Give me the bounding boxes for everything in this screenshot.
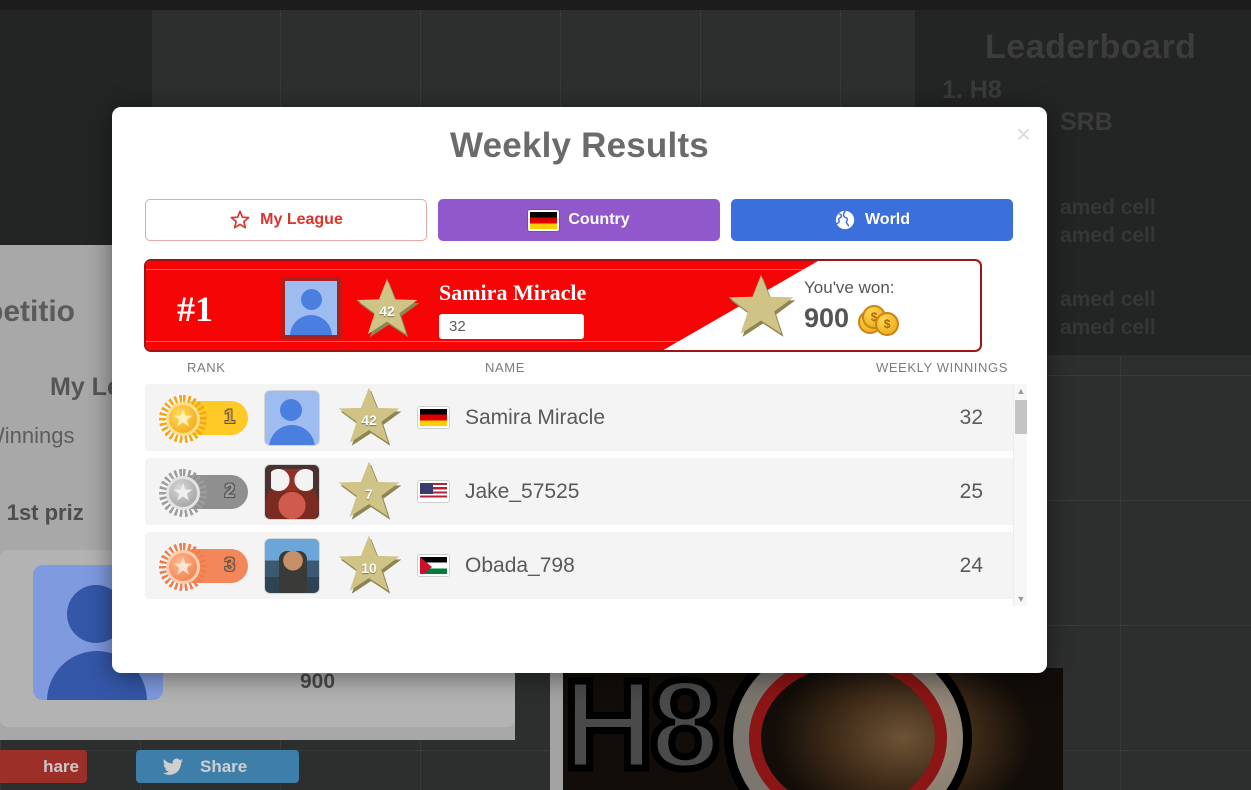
tab-country-label: Country: [568, 211, 630, 228]
twitter-bird-icon: [162, 758, 184, 775]
background-weekly-winnings-label: ly Winnings: [0, 423, 75, 448]
row-rank-number: 1: [224, 406, 235, 428]
table-row[interactable]: 3 10 Obada_798 24: [145, 532, 1015, 599]
medal-badge-gold: 1: [159, 394, 248, 443]
tab-country[interactable]: Country: [438, 199, 720, 241]
table-column-headers: RANK NAME WEEKLY WINNINGS: [145, 360, 1015, 382]
row-user-name: Jake_57525: [465, 479, 580, 503]
tab-world[interactable]: World: [731, 199, 1013, 241]
row-rank-number: 2: [224, 480, 235, 502]
twitter-share-label: Share: [200, 756, 248, 776]
row-weekly-winnings: 32: [959, 405, 983, 429]
background-cell-4: amed cell: [1060, 316, 1156, 339]
weekly-results-modal: × Weekly Results My League Country World: [112, 107, 1047, 673]
row-star-value: 7: [365, 485, 373, 502]
reward-star-icon: [728, 275, 796, 339]
star-outline-icon: [230, 210, 250, 229]
row-star-badge: 42: [338, 387, 402, 448]
column-header-winnings: WEEKLY WINNINGS: [875, 360, 1008, 375]
prize-text-bold: 1st priz: [6, 500, 84, 525]
banner-star-badge: 42: [356, 279, 420, 339]
row-user-name: Obada_798: [465, 553, 575, 577]
close-icon[interactable]: ×: [1016, 121, 1031, 147]
banner-reward-section: You've won: 900 $ $ $: [728, 270, 964, 344]
coins-icon: $ $ $: [858, 301, 902, 337]
modal-title: Weekly Results: [450, 126, 709, 165]
avatar-body-shape: [290, 315, 332, 335]
facebook-share-label: hare: [43, 757, 79, 776]
column-header-name: NAME: [485, 360, 525, 375]
tab-my-league-label: My League: [260, 211, 343, 228]
scope-tabs: My League Country World: [145, 199, 1015, 241]
screen-root: Leaderboard 1. H8 SRB amed cell amed cel…: [0, 0, 1251, 790]
leaderboard-list[interactable]: 1 42 Samira Miracle 32 2 7 Jake_57525 25…: [145, 384, 1015, 606]
medal-badge-bronze: 3: [159, 542, 248, 591]
flag-jo-icon: [418, 555, 449, 576]
background-cell-3: amed cell: [1060, 288, 1156, 311]
avatar-head-shape: [280, 398, 302, 421]
banner-avatar: [281, 277, 341, 339]
background-my-league-heading: My Le: [50, 373, 121, 401]
banner-rank: #1: [177, 289, 213, 329]
flag-de-icon: [418, 407, 449, 428]
scroll-down-icon[interactable]: ▼: [1014, 592, 1028, 606]
avatar-body-shape: [269, 424, 315, 445]
row-weekly-winnings: 24: [959, 553, 983, 577]
row-rank-number: 3: [224, 554, 235, 576]
row-star-badge: 7: [338, 461, 402, 522]
background-cell-2: amed cell: [1060, 224, 1156, 247]
row-user-name: Samira Miracle: [465, 405, 606, 429]
background-prize-text: the 1st priz: [0, 500, 84, 526]
banner-user-name: Samira Miracle: [439, 280, 587, 305]
background-cell-1: amed cell: [1060, 196, 1156, 219]
logo-text: H8: [563, 668, 724, 790]
table-row[interactable]: 1 42 Samira Miracle 32: [145, 384, 1015, 451]
row-star-value: 10: [361, 559, 377, 576]
background-card-amount: 900: [300, 670, 336, 693]
background-game-logo: H8: [563, 668, 1063, 790]
table-row[interactable]: 2 7 Jake_57525 25: [145, 458, 1015, 525]
banner-won-label: You've won:: [804, 277, 895, 297]
tab-my-league[interactable]: My League: [145, 199, 427, 241]
scroll-up-icon[interactable]: ▲: [1014, 384, 1028, 398]
background-leaderboard-title: Leaderboard: [985, 28, 1197, 66]
row-weekly-winnings: 25: [959, 479, 983, 503]
background-leaderboard-entry-1-country: SRB: [1060, 108, 1113, 136]
flag-de-icon: [528, 209, 560, 231]
tab-world-label: World: [864, 211, 911, 228]
current-user-banner: #1 42 Samira Miracle 32 You've won: 900 …: [144, 259, 982, 352]
background-scroll-strip: [550, 668, 564, 790]
row-avatar: [264, 463, 320, 520]
facebook-share-button[interactable]: hare: [0, 750, 87, 783]
column-header-rank: RANK: [187, 360, 226, 375]
background-leaderboard-entry-1: 1. H8: [942, 76, 1002, 104]
banner-star-value: 42: [379, 303, 395, 319]
medal-badge-silver: 2: [159, 468, 248, 517]
row-avatar: [264, 389, 320, 446]
background-competition-title: ompetitio: [0, 295, 75, 328]
banner-score-input[interactable]: 32: [439, 314, 584, 339]
row-star-value: 42: [361, 411, 377, 428]
scrollbar-thumb[interactable]: [1015, 400, 1027, 434]
banner-won-amount: 900: [804, 303, 850, 333]
list-scrollbar[interactable]: ▲ ▼: [1013, 384, 1027, 606]
avatar-head-shape: [301, 289, 322, 310]
globe-icon: [835, 210, 855, 230]
logo-ring-shape: [733, 668, 963, 790]
flag-us-icon: [418, 481, 449, 502]
prize-text-pre: the: [0, 500, 7, 525]
twitter-share-button[interactable]: Share: [136, 750, 299, 783]
background-top-strip: [0, 0, 1251, 10]
row-star-badge: 10: [338, 535, 402, 596]
row-avatar: [264, 537, 320, 594]
